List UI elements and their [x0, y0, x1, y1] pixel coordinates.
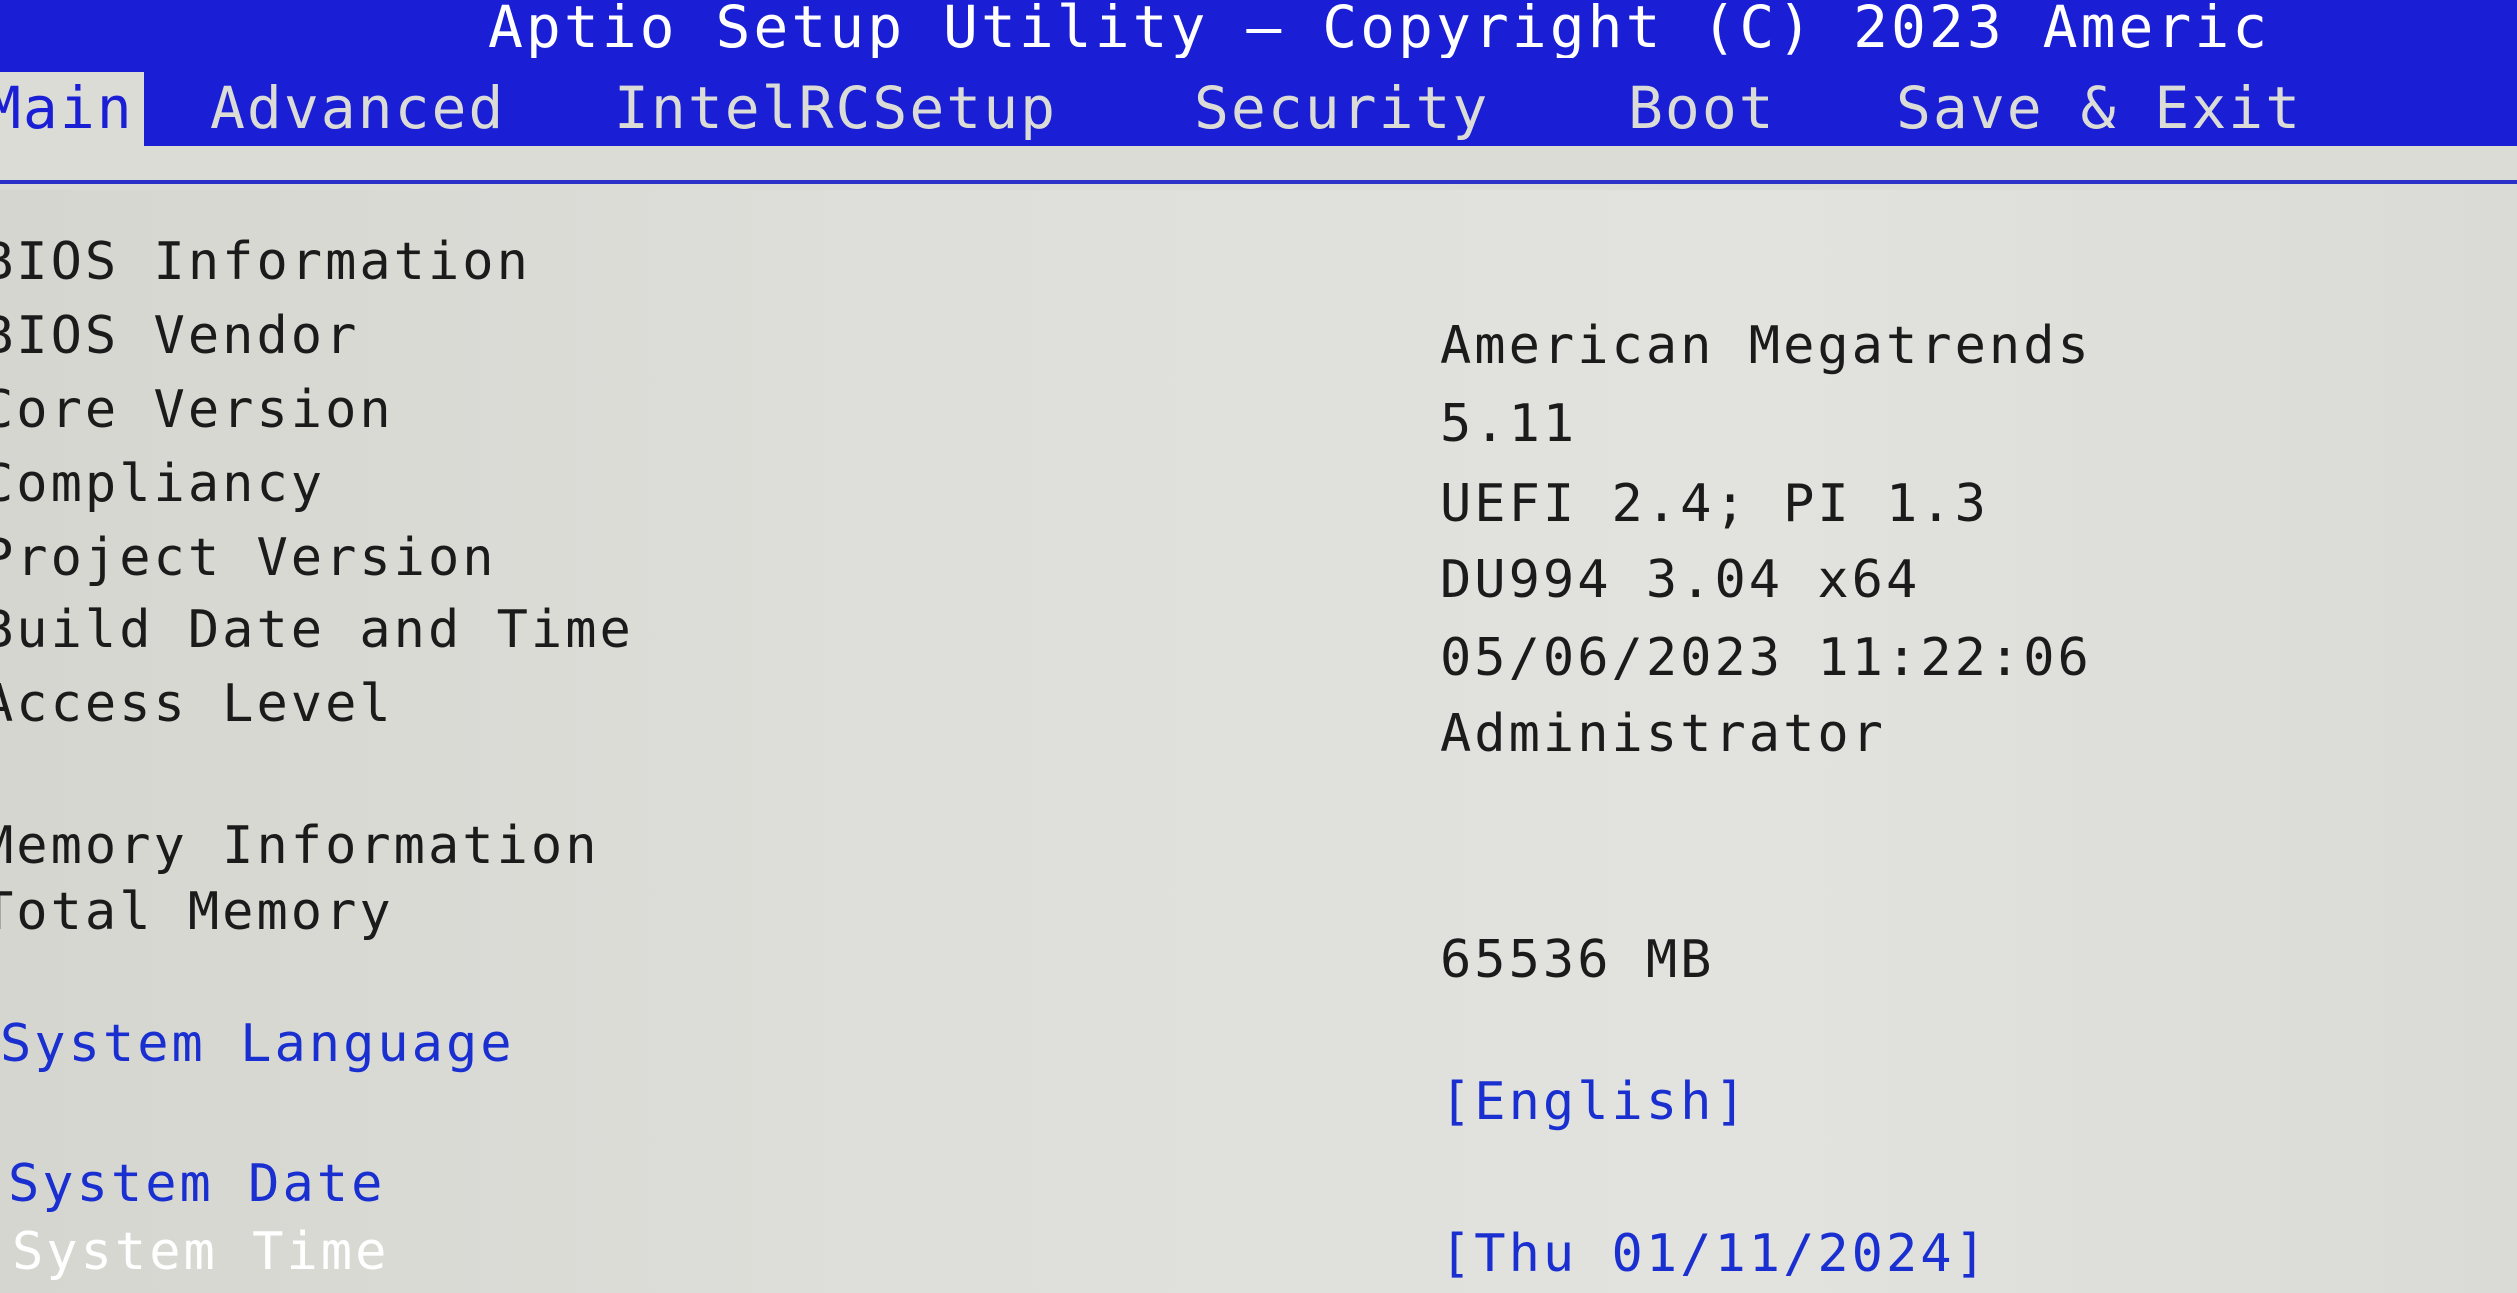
header-divider — [0, 180, 2517, 184]
bios-vendor-value: American Megatrends — [1440, 316, 2092, 376]
tab-security[interactable]: Security — [1194, 72, 1489, 146]
total-memory-label: Total Memory — [0, 882, 394, 942]
tab-main[interactable]: Main — [0, 72, 144, 146]
tab-advanced[interactable]: Advanced — [210, 72, 505, 146]
system-language-value[interactable]: [English] — [1440, 1072, 1749, 1132]
tab-boot[interactable]: Boot — [1628, 72, 1776, 146]
compliancy-label: Compliancy — [0, 454, 326, 514]
main-panel: BIOS Information BIOS Vendor American Me… — [0, 190, 2517, 1293]
system-language-label[interactable]: System Language — [0, 1014, 515, 1074]
system-time-label[interactable]: System Time — [12, 1222, 389, 1282]
system-date-label[interactable]: System Date — [8, 1154, 385, 1214]
compliancy-value: UEFI 2.4; PI 1.3 — [1440, 474, 1989, 534]
core-version-value: 5.11 — [1440, 394, 1578, 454]
title-bar: Aptio Setup Utility – Copyright (C) 2023… — [0, 0, 2517, 58]
bios-vendor-label: BIOS Vendor — [0, 306, 360, 366]
tab-intelrcsetup[interactable]: IntelRCSetup — [614, 72, 1057, 146]
project-version-label: Project Version — [0, 528, 497, 588]
tab-save-exit[interactable]: Save & Exit — [1896, 72, 2302, 146]
access-level-label: Access Level — [0, 674, 394, 734]
window-title: Aptio Setup Utility – Copyright (C) 2023… — [488, 0, 2271, 58]
system-date-value[interactable]: [Thu 01/11/2024] — [1440, 1224, 1989, 1284]
core-version-label: Core Version — [0, 380, 394, 440]
menu-bar: Main Advanced IntelRCSetup Security Boot… — [0, 58, 2517, 146]
bios-information-heading: BIOS Information — [0, 232, 531, 292]
memory-information-heading: Memory Information — [0, 816, 600, 876]
access-level-value: Administrator — [1440, 704, 1886, 764]
build-date-label: Build Date and Time — [0, 600, 634, 660]
project-version-value: DU994 3.04 x64 — [1440, 550, 1921, 610]
build-date-value: 05/06/2023 11:22:06 — [1440, 628, 2092, 688]
total-memory-value: 65536 MB — [1440, 930, 1715, 990]
